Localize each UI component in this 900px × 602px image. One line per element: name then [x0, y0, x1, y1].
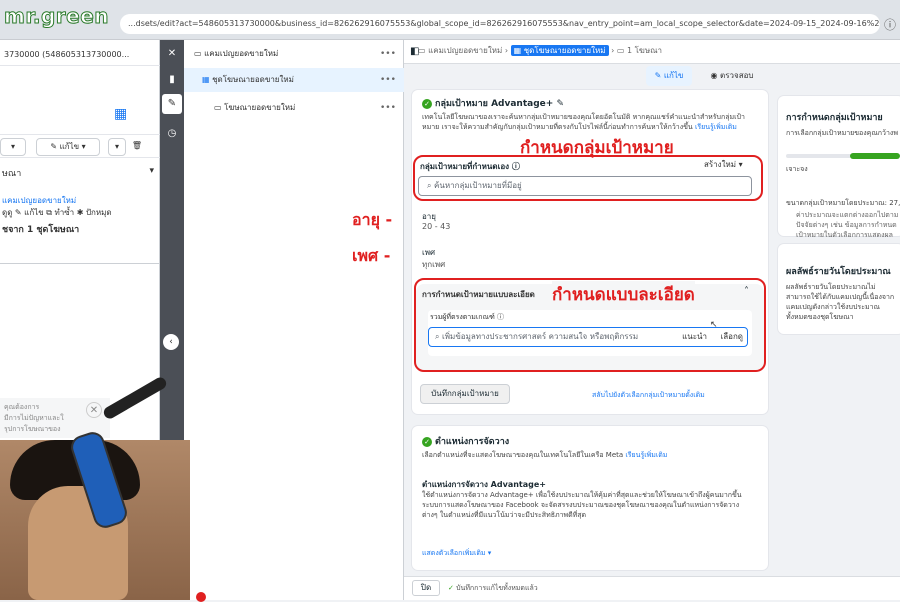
ad-icon: ▭ [214, 103, 225, 112]
save-audience-button[interactable]: บันทึกกลุ่มเป้าหมาย [420, 384, 510, 404]
audience-definition-title: การกำหนดกลุ่มเป้าหมาย [786, 113, 883, 123]
watermark-logo: mr.green [4, 4, 110, 29]
summary-row-label: ชจาก 1 ชุดโฆษณา [2, 225, 80, 235]
pencil-icon: ✎ [50, 142, 60, 151]
audience-gauge-fill [850, 153, 900, 159]
gauge-specific-label: เจาะจง [786, 165, 808, 173]
folder-icon: ▭ [418, 46, 429, 55]
folder-icon: ▭ [194, 49, 205, 58]
divider [0, 263, 160, 264]
audience-size: ขนาดกลุ่มเป้าหมายโดยประมาณ: 27,3 [786, 199, 900, 207]
learn-more-link[interactable]: เรียนรู้เพิ่มเติม [625, 451, 667, 459]
address-bar[interactable]: ...dsets/edit?act=548605313730000&busine… [120, 14, 880, 34]
annotation-age: อายุ - [352, 210, 393, 229]
audience-definition-desc: การเลือกกลุ่มเป้าหมายของคุณกว้างพอ [786, 129, 898, 137]
annotation-define-audience: กำหนดกลุ่มเป้าหมาย [520, 138, 674, 158]
breadcrumb-adset[interactable]: ▦ ชุดโฆษณายอดขายใหม่ [510, 45, 609, 56]
close-icon[interactable]: ✕ [164, 46, 180, 62]
more-button[interactable]: ▾ [108, 138, 126, 156]
pencil-icon: ✎ [654, 71, 664, 80]
switch-audience-link[interactable]: สลับไปยังตัวเลือกกลุ่มเป้าหมายดั้งเดิม [592, 390, 705, 401]
gender-value: ทุกเพศ [422, 260, 446, 269]
annotation-define-detailed: กำหนดแบบละเอียด [552, 281, 695, 308]
list-toolbar: ▾ ✎ แก้ไข ▾ ▾ 🗑 [0, 134, 160, 158]
eye-icon: ◉ [710, 71, 721, 80]
check-icon: ✓ [422, 99, 432, 109]
chevron-down-icon[interactable]: ▾ [149, 166, 154, 176]
close-icon[interactable]: ✕ [86, 402, 102, 418]
advantage-placements-description: ใช้ตำแหน่งการจัดวาง Advantage+ เพื่อใช้ง… [422, 491, 742, 519]
age-value: 20 - 43 [422, 222, 451, 231]
account-selector[interactable]: 3730000 (548605313730000... [0, 44, 160, 66]
audience-title: ✓ กลุ่มเป้าหมาย Advantage+ ✎ [422, 96, 564, 110]
learn-more-link[interactable]: เรียนรู้เพิ่มเติม [695, 123, 737, 131]
row-actions[interactable]: ดูดู ✎ แก้ไข ⧉ ทำซ้ำ ✱ ปักหมุด [0, 206, 160, 219]
breadcrumb: ▭ แคมเปญยอดขายใหม่ › ▦ ชุดโฆษณายอดขายใหม… [418, 45, 663, 56]
tab-review[interactable]: ◉ ตรวจสอบ [704, 66, 760, 86]
chart-icon[interactable]: ▮ [164, 72, 180, 88]
daily-results-title: ผลลัพธ์รายวันโดยประมาณ [786, 267, 891, 277]
info-icon[interactable]: ⓘ [884, 16, 900, 32]
tree-item-campaign[interactable]: ▭ แคมเปญยอดขายใหม่ ••• [184, 42, 404, 66]
close-button[interactable]: ปิด [412, 580, 440, 596]
more-icon[interactable]: ••• [380, 96, 396, 120]
more-icon[interactable]: ••• [380, 68, 396, 92]
trash-icon[interactable]: 🗑 [128, 138, 146, 156]
placements-title: ✓ ตำแหน่งการจัดวาง [422, 434, 509, 448]
ad-icon: ▭ [616, 46, 627, 55]
save-status: ✓ บันทึกการแก้ไขทั้งหมดแล้ว [448, 584, 538, 592]
dropdown-button[interactable]: ▾ [0, 138, 26, 156]
check-icon: ✓ [448, 584, 457, 592]
annotation-box-audience [413, 155, 763, 201]
clock-icon[interactable]: ◷ [164, 126, 180, 142]
daily-results-desc: ผลลัพธ์รายวันโดยประมาณไม่สามารถใช้ได้กับ… [786, 283, 895, 321]
collapse-arrow-icon[interactable]: ‹ [163, 334, 179, 350]
column-header: ษณา ▾ [2, 166, 154, 179]
pencil-icon[interactable]: ✎ [556, 99, 564, 109]
tab-edit[interactable]: ✎ แก้ไข [646, 66, 692, 86]
pencil-icon[interactable]: ✎ [164, 96, 180, 112]
edit-button[interactable]: ✎ แก้ไข ▾ [36, 138, 100, 156]
audience-description: เทคโนโลยีโฆษณาของเราจะค้นหากลุ่มเป้าหมาย… [422, 113, 745, 131]
grid-icon: ▦ [513, 46, 524, 55]
grid-view-icon[interactable]: ▦ [114, 106, 132, 124]
breadcrumb-ad[interactable]: 1 โฆษณา [627, 46, 662, 55]
more-icon[interactable]: ••• [380, 42, 396, 66]
estimate-note: ค่าประมาณจะแตกต่างออกไปตามปัจจัยต่างๆ เช… [796, 211, 899, 239]
tree-item-adset[interactable]: ▦ ชุดโฆษณายอดขายใหม่ ••• [184, 68, 404, 92]
structure-tree-panel [184, 40, 404, 600]
record-dot [196, 592, 206, 602]
breadcrumb-campaign[interactable]: แคมเปญยอดขายใหม่ [428, 46, 502, 55]
check-icon: ✓ [422, 437, 432, 447]
tree-item-ad[interactable]: ▭ โฆษณายอดขายใหม่ ••• [184, 96, 404, 120]
placements-description: เลือกตำแหน่งที่จะแสดงโฆษณาของคุณในเทคโนโ… [422, 451, 668, 459]
more-options-link[interactable]: แสดงตัวเลือกเพิ่มเติม ▾ [422, 548, 491, 559]
grid-icon: ▦ [202, 75, 213, 84]
annotation-gender: เพศ - [352, 246, 391, 265]
